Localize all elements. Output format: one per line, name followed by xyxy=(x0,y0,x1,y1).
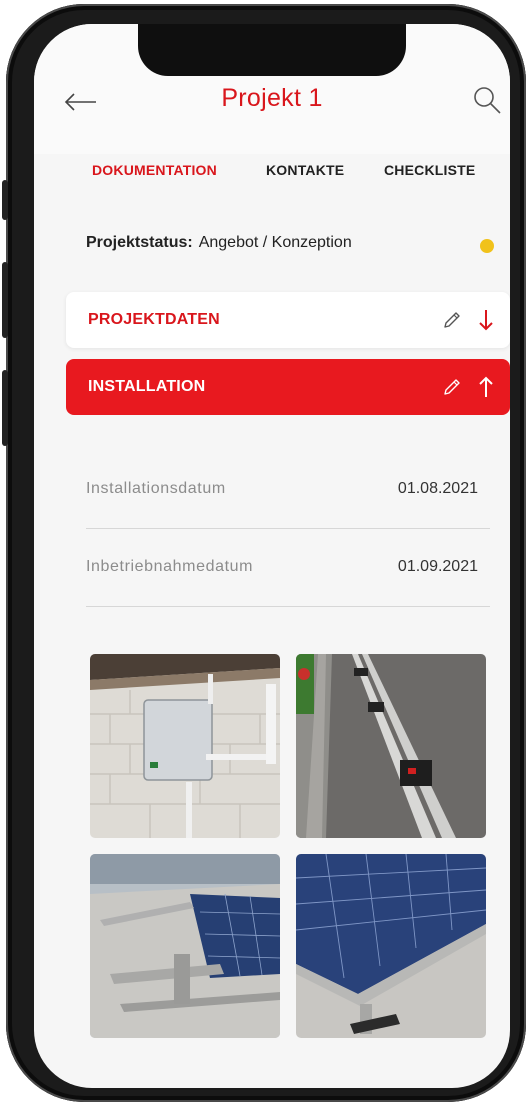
arrow-up-icon[interactable] xyxy=(478,375,494,399)
photo-panel-mount[interactable] xyxy=(90,854,280,1038)
photo-panel-closeup[interactable] xyxy=(296,854,486,1038)
detail-label: Inbetriebnahmedatum xyxy=(86,558,254,575)
page-title: Projekt 1 xyxy=(221,84,323,112)
project-status: Projektstatus: Angebot / Konzeption xyxy=(86,234,352,252)
photo-roof-rails[interactable] xyxy=(296,654,486,838)
detail-label: Installationsdatum xyxy=(86,480,226,497)
volume-up-button xyxy=(2,262,8,338)
arrow-down-icon[interactable] xyxy=(478,308,494,332)
section-installation[interactable]: INSTALLATION xyxy=(66,359,510,415)
status-indicator-dot xyxy=(480,239,494,253)
pencil-icon[interactable] xyxy=(442,377,462,397)
detail-row-installationsdatum: Installationsdatum 01.08.2021 xyxy=(86,450,490,529)
detail-value: 01.09.2021 xyxy=(397,558,478,575)
detail-row-inbetriebnahmedatum: Inbetriebnahmedatum 01.09.2021 xyxy=(86,528,490,607)
section-projektdaten[interactable]: PROJEKTDATEN xyxy=(66,292,510,348)
mute-switch xyxy=(2,180,8,220)
phone-notch xyxy=(138,24,406,76)
app-screen: Projekt 1 DOKUMENTATION KONTAKTE CHECKLI… xyxy=(34,24,510,1088)
tab-bar: DOKUMENTATION KONTAKTE CHECKLISTE xyxy=(34,154,510,204)
volume-down-button xyxy=(2,370,8,446)
section-label: PROJEKTDATEN xyxy=(88,311,220,328)
pencil-icon[interactable] xyxy=(442,310,462,330)
tab-checkliste[interactable]: CHECKLISTE xyxy=(384,162,475,178)
detail-value: 01.08.2021 xyxy=(397,480,478,497)
search-icon[interactable] xyxy=(472,85,502,115)
status-label: Projektstatus: xyxy=(86,234,193,251)
photo-inverter[interactable] xyxy=(90,654,280,838)
status-value: Angebot / Konzeption xyxy=(198,234,352,251)
tab-kontakte[interactable]: KONTAKTE xyxy=(266,162,344,178)
section-label: INSTALLATION xyxy=(88,378,206,395)
tab-dokumentation[interactable]: DOKUMENTATION xyxy=(92,162,217,178)
phone-frame: Projekt 1 DOKUMENTATION KONTAKTE CHECKLI… xyxy=(2,4,526,1102)
